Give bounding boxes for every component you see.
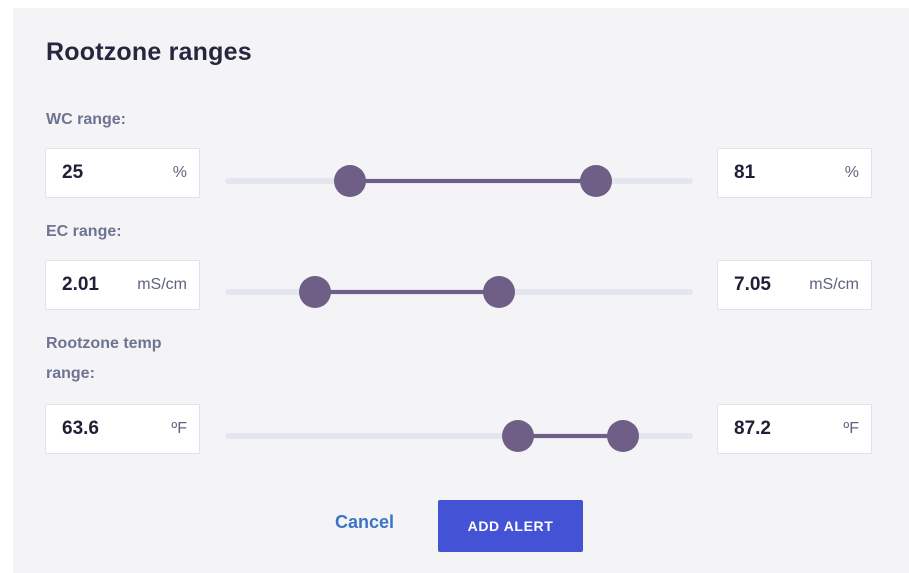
temp-range-slider[interactable]	[225, 420, 693, 452]
ec-max-value: 7.05	[734, 274, 771, 295]
ec-min-unit: mS/cm	[137, 276, 187, 293]
cancel-button[interactable]: Cancel	[335, 512, 394, 533]
ec-max-handle[interactable]	[482, 276, 515, 308]
ec-range-fill	[314, 290, 499, 294]
wc-range-slider[interactable]	[225, 165, 693, 197]
temp-min-handle[interactable]	[501, 420, 534, 452]
temp-min-unit: ºF	[171, 420, 187, 437]
ec-max-input[interactable]: 7.05 mS/cm	[717, 260, 872, 310]
ec-min-input[interactable]: 2.01 mS/cm	[45, 260, 200, 310]
wc-max-handle[interactable]	[580, 165, 613, 197]
wc-max-value: 81	[734, 162, 756, 183]
temp-max-input[interactable]: 87.2 ºF	[717, 404, 872, 454]
wc-range-fill	[350, 179, 597, 183]
wc-min-value: 25	[62, 162, 84, 183]
temp-min-input[interactable]: 63.6 ºF	[45, 404, 200, 454]
rootzone-ranges-dialog: Rootzone ranges WC range: 25 % 81 % EC r…	[13, 8, 909, 573]
ec-max-unit: mS/cm	[809, 276, 859, 293]
temp-max-handle[interactable]	[606, 420, 639, 452]
temp-max-value: 87.2	[734, 418, 771, 439]
temp-min-value: 63.6	[62, 418, 99, 439]
wc-max-input[interactable]: 81 %	[717, 148, 872, 198]
ec-min-handle[interactable]	[298, 276, 331, 308]
ec-range-label: EC range:	[46, 223, 122, 240]
wc-min-input[interactable]: 25 %	[45, 148, 200, 198]
temp-max-unit: ºF	[843, 420, 859, 437]
wc-min-unit: %	[172, 164, 187, 181]
wc-max-unit: %	[844, 164, 859, 181]
add-alert-button[interactable]: ADD ALERT	[438, 500, 583, 552]
dialog-title: Rootzone ranges	[46, 38, 252, 66]
ec-range-slider[interactable]	[225, 276, 693, 308]
wc-range-label: WC range:	[46, 111, 126, 128]
wc-min-handle[interactable]	[334, 165, 367, 197]
temp-range-label: Rootzone temp range:	[46, 335, 162, 382]
ec-min-value: 2.01	[62, 274, 99, 295]
